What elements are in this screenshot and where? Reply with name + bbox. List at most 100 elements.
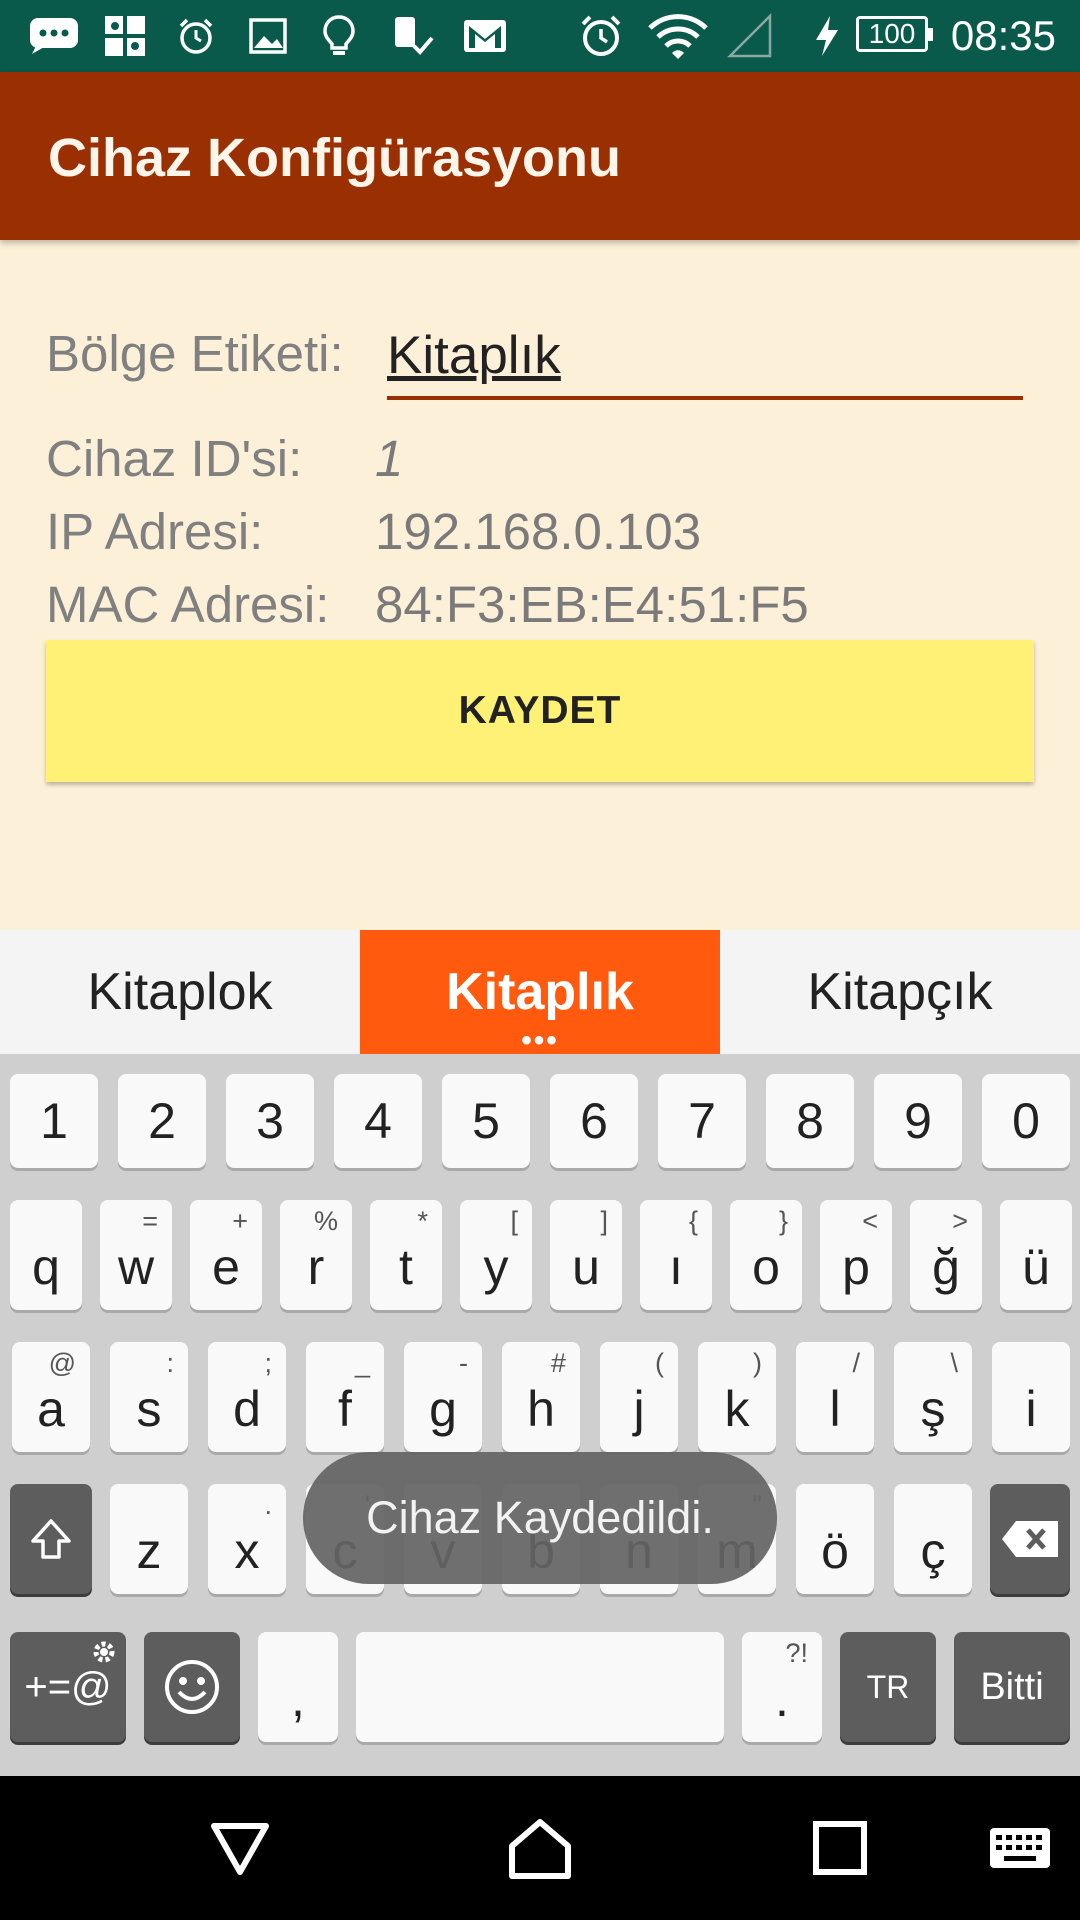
key-p[interactable]: < p [820, 1200, 892, 1310]
key-label: l [829, 1381, 841, 1437]
key-ş[interactable]: \ ş [894, 1342, 972, 1452]
backspace-icon [1002, 1521, 1058, 1557]
back-icon[interactable] [204, 1812, 276, 1884]
key-s[interactable]: :s [110, 1342, 188, 1452]
key-h[interactable]: # h [502, 1342, 580, 1452]
space-bar[interactable] [356, 1632, 724, 1742]
keyboard: 1 2 3 4 5 6 7 8 9 0 q = w + e% r * t[y] u{ı} o < p > ğ ü @ a: s; d _ f… [0, 1054, 1080, 1776]
zone-label-input-value: Kitaplık [387, 326, 561, 385]
symbols-key[interactable]: +=@ [10, 1632, 126, 1742]
keyboard-switch-icon[interactable] [982, 1812, 1058, 1884]
suggestion-item-selected[interactable]: Kitaplık ••• [360, 930, 720, 1056]
key-hint: ) [753, 1348, 762, 1378]
key-g[interactable]: -g [404, 1342, 482, 1452]
key-hint: . [264, 1490, 272, 1520]
key-hint: + [232, 1206, 248, 1236]
key-9[interactable]: 9 [874, 1074, 962, 1168]
key-label: 1 [40, 1093, 68, 1149]
key-x[interactable]: .x [208, 1484, 286, 1594]
key-a[interactable]: @ a [12, 1342, 90, 1452]
key-label: u [572, 1239, 600, 1295]
key-label: 9 [904, 1093, 932, 1149]
suggestion-item[interactable]: Kitaplok [0, 930, 360, 1054]
comma-key[interactable]: , [258, 1632, 338, 1742]
key-3[interactable]: 3 [226, 1074, 314, 1168]
key-label: ı [669, 1239, 683, 1295]
charging-icon [812, 14, 842, 58]
home-icon[interactable] [504, 1812, 576, 1884]
key-label: 5 [472, 1093, 500, 1149]
key-5[interactable]: 5 [442, 1074, 530, 1168]
key-y[interactable]: [y [460, 1200, 532, 1310]
device-id-value: 1 [375, 430, 404, 487]
suggestion-bar: Kitaplok Kitaplık ••• Kitapçık [0, 930, 1080, 1056]
image-icon [248, 14, 288, 58]
key-label: t [399, 1239, 413, 1295]
key-label: e [212, 1239, 240, 1295]
key-ı[interactable]: {ı [640, 1200, 712, 1310]
key-hint: \ [950, 1348, 958, 1378]
key-l[interactable]: / l [796, 1342, 874, 1452]
key-4[interactable]: 4 [334, 1074, 422, 1168]
key-hint: = [142, 1206, 158, 1236]
key-hint: * [417, 1206, 428, 1236]
done-key[interactable]: Bitti [954, 1632, 1070, 1742]
key-e[interactable]: + e [190, 1200, 262, 1310]
suggestion-item[interactable]: Kitapçık [720, 930, 1080, 1054]
key-hint: _ [354, 1348, 370, 1378]
device-id-label: Cihaz ID'si: [46, 430, 303, 487]
key-label: d [233, 1381, 261, 1437]
key-7[interactable]: 7 [658, 1074, 746, 1168]
key-i[interactable]: i [992, 1342, 1070, 1452]
key-hint: > [952, 1206, 968, 1236]
key-ö[interactable]: ö [796, 1484, 874, 1594]
save-button[interactable]: KAYDET [46, 640, 1034, 782]
key-hint: # [550, 1348, 566, 1378]
key-label: Bitti [980, 1665, 1044, 1708]
key-hint: ; [264, 1348, 272, 1378]
key-u[interactable]: ] u [550, 1200, 622, 1310]
key-z[interactable]: z [110, 1484, 188, 1594]
emoji-key[interactable] [144, 1632, 240, 1742]
key-1[interactable]: 1 [10, 1074, 98, 1168]
recent-apps-icon[interactable] [804, 1812, 876, 1884]
key-ç[interactable]: ç [894, 1484, 972, 1594]
key-label: x [234, 1523, 260, 1579]
language-key[interactable]: TR [840, 1632, 936, 1742]
key-0[interactable]: 0 [982, 1074, 1070, 1168]
emoji-icon [165, 1660, 219, 1714]
period-key[interactable]: ?!. [742, 1632, 822, 1742]
key-q[interactable]: q [10, 1200, 82, 1310]
backspace-key[interactable] [990, 1484, 1070, 1594]
key-6[interactable]: 6 [550, 1074, 638, 1168]
key-hint: [ [510, 1206, 518, 1236]
key-j[interactable]: (j [600, 1342, 678, 1452]
puzzle-icon [102, 14, 148, 58]
shift-key[interactable] [10, 1484, 92, 1594]
key-t[interactable]: * t [370, 1200, 442, 1310]
key-8[interactable]: 8 [766, 1074, 854, 1168]
key-label: g [429, 1381, 457, 1437]
key-d[interactable]: ; d [208, 1342, 286, 1452]
app-bar: Cihaz Konfigürasyonu [0, 72, 1080, 240]
alarm-clock-icon [578, 14, 624, 58]
zone-label-input[interactable]: Kitaplık [387, 320, 1023, 400]
key-2[interactable]: 2 [118, 1074, 206, 1168]
key-ü[interactable]: ü [1000, 1200, 1072, 1310]
key-hint: ( [655, 1348, 664, 1378]
key-hint: < [862, 1206, 878, 1236]
battery-indicator: 100 [856, 16, 933, 52]
key-label: s [136, 1381, 162, 1437]
key-f[interactable]: _ f [306, 1342, 384, 1452]
suggestion-label: Kitaplık [446, 963, 634, 1021]
key-label: 0 [1012, 1093, 1040, 1149]
key-label: 2 [148, 1093, 176, 1149]
chat-icon [28, 14, 80, 58]
ip-address-label: IP Adresi: [46, 503, 264, 560]
key-w[interactable]: = w [100, 1200, 172, 1310]
key-r[interactable]: % r [280, 1200, 352, 1310]
key-ğ[interactable]: > ğ [910, 1200, 982, 1310]
key-o[interactable]: } o [730, 1200, 802, 1310]
key-hint: } [778, 1206, 788, 1236]
key-k[interactable]: ) k [698, 1342, 776, 1452]
